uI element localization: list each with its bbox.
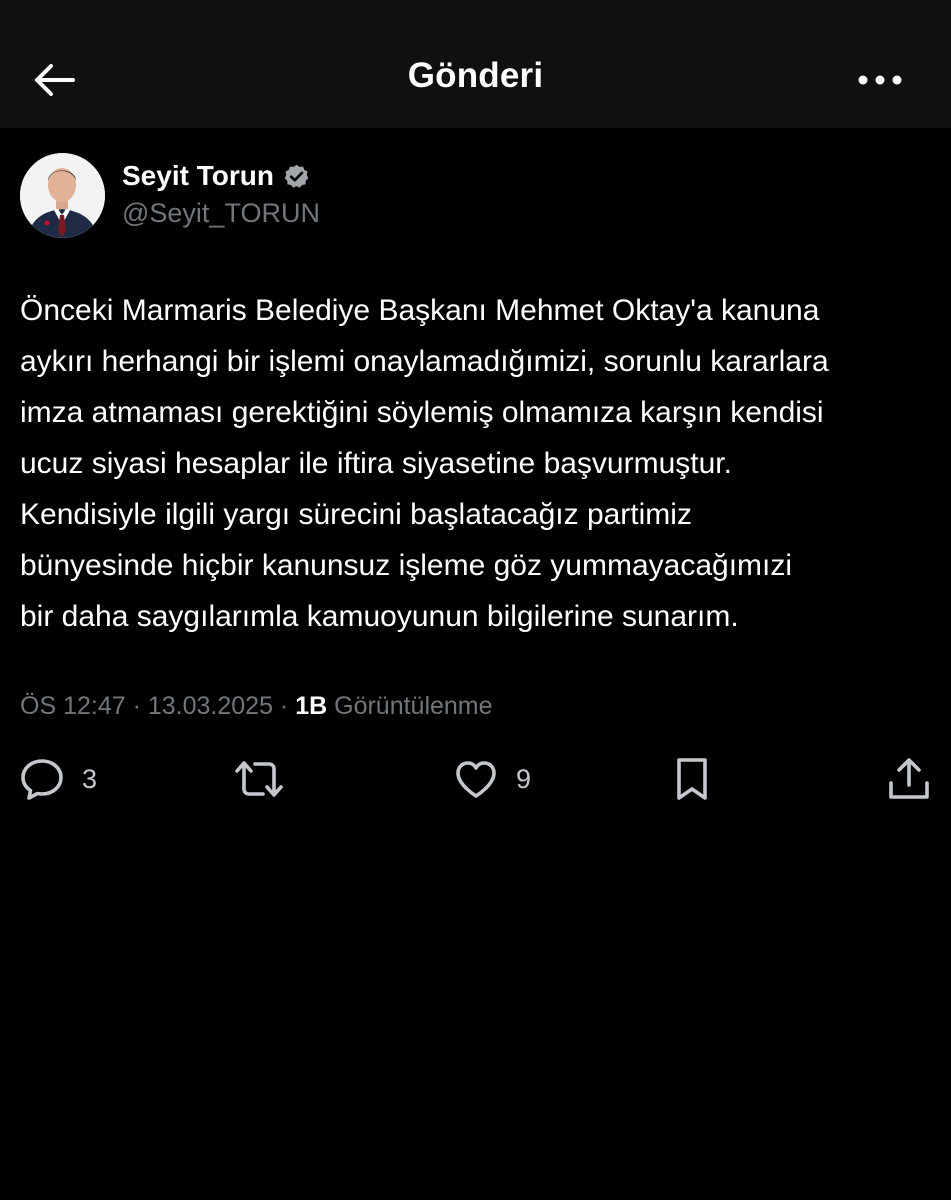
heart-icon: [454, 759, 498, 799]
reply-button[interactable]: 3: [20, 756, 97, 802]
post-text-line: ucuz siyasi hesaplar ile iftira siyaseti…: [20, 447, 732, 480]
post-text-line: imza atmaması gerektiğini söylemiş olmam…: [20, 396, 824, 429]
post-meta: ÖS 12:47 · 13.03.2025 · 1B Görüntülenme: [20, 692, 493, 721]
author-name-row[interactable]: Seyit Torun: [122, 160, 310, 192]
author-handle[interactable]: @Seyit_TORUN: [122, 198, 320, 229]
like-count: 9: [516, 763, 532, 794]
repost-button[interactable]: [233, 756, 285, 802]
post-date: 13.03.2025: [147, 692, 273, 720]
more-options-button[interactable]: [852, 60, 908, 100]
share-button[interactable]: [887, 756, 931, 802]
verified-badge-icon: [283, 163, 310, 190]
avatar-image: [20, 153, 105, 238]
reply-count: 3: [82, 763, 98, 794]
post-text: Önceki Marmaris Belediye Başkanı Mehmet …: [20, 285, 938, 642]
bookmark-icon: [674, 756, 710, 802]
repost-icon: [233, 759, 285, 799]
meta-separator: ·: [125, 692, 148, 720]
avatar[interactable]: [20, 153, 105, 238]
views-count[interactable]: 1B: [295, 692, 327, 720]
like-button[interactable]: 9: [454, 756, 531, 802]
top-bar: Gönderi: [0, 0, 951, 128]
share-icon: [887, 757, 931, 801]
author-name: Seyit Torun: [122, 160, 274, 191]
post-time: ÖS 12:47: [20, 692, 126, 720]
page-title: Gönderi: [407, 56, 544, 95]
post-text-line: Kendisiyle ilgili yargı sürecini başlata…: [20, 498, 692, 531]
post-text-line: bir daha saygılarımla kamuoyunun bilgile…: [20, 600, 739, 633]
more-horizontal-icon: [858, 75, 902, 85]
bookmark-button[interactable]: [674, 756, 710, 802]
comment-icon: [20, 758, 64, 800]
post-text-line: aykırı herhangi bir işlemi onaylamadığım…: [20, 345, 829, 378]
post-text-line: Önceki Marmaris Belediye Başkanı Mehmet …: [20, 294, 820, 327]
meta-separator: ·: [272, 692, 296, 720]
views-label[interactable]: Görüntülenme: [327, 692, 492, 720]
post-text-line: bünyesinde hiçbir kanunsuz işleme göz yu…: [20, 549, 793, 582]
